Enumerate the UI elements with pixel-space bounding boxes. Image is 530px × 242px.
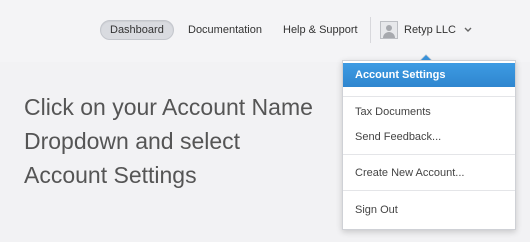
nav-help-support-link[interactable]: Help & Support (274, 20, 367, 40)
menu-separator (343, 190, 515, 191)
top-navigation-bar: Dashboard Documentation Help & Support R… (0, 0, 530, 62)
menu-item-account-settings[interactable]: Account Settings (343, 63, 515, 87)
menu-item-create-new-account[interactable]: Create New Account... (343, 161, 515, 185)
account-name-dropdown-button[interactable]: Retyp LLC (380, 17, 472, 43)
nav-divider (370, 17, 371, 43)
avatar-icon (380, 21, 398, 39)
menu-item-send-feedback[interactable]: Send Feedback... (343, 125, 515, 149)
nav-dashboard-button[interactable]: Dashboard (100, 20, 174, 40)
chevron-down-icon (464, 27, 472, 32)
menu-item-tax-documents[interactable]: Tax Documents (343, 100, 515, 124)
account-dropdown-menu: Account Settings Tax Documents Send Feed… (342, 60, 516, 230)
menu-separator (343, 96, 515, 97)
menu-separator (343, 154, 515, 155)
menu-item-sign-out[interactable]: Sign Out (343, 198, 515, 222)
account-name-label: Retyp LLC (404, 24, 456, 36)
instruction-text: Click on your Account Name Dropdown and … (24, 94, 313, 188)
nav-documentation-link[interactable]: Documentation (179, 20, 271, 40)
